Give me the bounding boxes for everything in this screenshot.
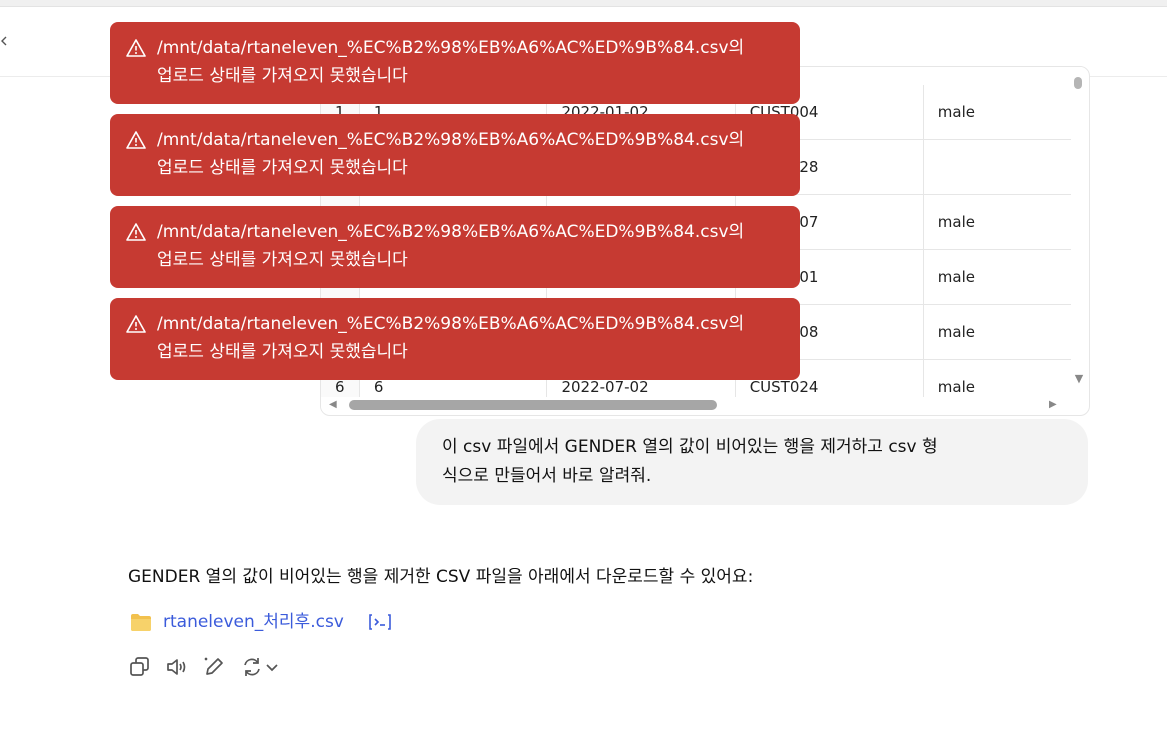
regenerate-icon[interactable] xyxy=(240,655,264,679)
warning-icon xyxy=(126,315,146,333)
toast-message-line1: /mnt/data/rtaneleven_%EC%B2%98%EB%A6%AC%… xyxy=(157,314,745,334)
table-cell: male xyxy=(923,194,1071,250)
warning-icon xyxy=(126,131,146,149)
chevron-left-icon[interactable] xyxy=(0,36,8,46)
scroll-right-arrow-icon[interactable]: ▶ xyxy=(1049,398,1061,412)
vertical-scrollbar[interactable] xyxy=(1072,67,1088,397)
error-toast[interactable]: /mnt/data/rtaneleven_%EC%B2%98%EB%A6%AC%… xyxy=(110,22,800,104)
toast-message-line1: /mnt/data/rtaneleven_%EC%B2%98%EB%A6%AC%… xyxy=(157,38,745,58)
toast-message-line1: /mnt/data/rtaneleven_%EC%B2%98%EB%A6%AC%… xyxy=(157,130,745,150)
chevron-down-icon[interactable] xyxy=(264,655,280,679)
user-message-bubble: 이 csv 파일에서 GENDER 열의 값이 비어있는 행을 제거하고 csv… xyxy=(416,419,1088,505)
scroll-down-arrow-icon[interactable]: ▼ xyxy=(1073,373,1085,385)
speaker-icon[interactable] xyxy=(165,655,189,679)
code-interpreter-icon[interactable] xyxy=(368,613,392,631)
toast-message-line2: 업로드 상태를 가져오지 못했습니다 xyxy=(157,66,408,86)
copy-icon[interactable] xyxy=(128,655,152,679)
user-message-line1: 이 csv 파일에서 GENDER 열의 값이 비어있는 행을 제거하고 csv… xyxy=(442,437,938,457)
warning-icon xyxy=(126,39,146,57)
download-file-link[interactable]: rtaneleven_처리후.csv xyxy=(163,608,344,636)
table-cell: male xyxy=(923,249,1071,305)
toast-message-line1: /mnt/data/rtaneleven_%EC%B2%98%EB%A6%AC%… xyxy=(157,222,745,242)
table-cell: male xyxy=(923,85,1071,140)
toast-message-line2: 업로드 상태를 가져오지 못했습니다 xyxy=(157,342,408,362)
warning-icon xyxy=(126,223,146,241)
horizontal-scroll-thumb[interactable] xyxy=(349,400,717,410)
user-message-line2: 식으로 만들어서 바로 알려줘. xyxy=(442,466,652,486)
table-cell: male xyxy=(923,304,1071,360)
error-toast[interactable]: /mnt/data/rtaneleven_%EC%B2%98%EB%A6%AC%… xyxy=(110,206,800,288)
error-toast[interactable]: /mnt/data/rtaneleven_%EC%B2%98%EB%A6%AC%… xyxy=(110,114,800,196)
table-cell: male xyxy=(923,359,1071,397)
toast-message-line2: 업로드 상태를 가져오지 못했습니다 xyxy=(157,158,408,178)
toast-message-line2: 업로드 상태를 가져오지 못했습니다 xyxy=(157,250,408,270)
table-cell xyxy=(923,139,1071,195)
folder-icon xyxy=(131,614,151,631)
scroll-left-arrow-icon[interactable]: ◀ xyxy=(329,398,341,412)
assistant-message: GENDER 열의 값이 비어있는 행을 제거한 CSV 파일을 아래에서 다운… xyxy=(128,567,754,587)
error-toast[interactable]: /mnt/data/rtaneleven_%EC%B2%98%EB%A6%AC%… xyxy=(110,298,800,380)
browser-top-bar xyxy=(0,0,1167,7)
edit-pencil-icon[interactable] xyxy=(202,655,226,679)
vertical-scroll-thumb[interactable] xyxy=(1074,77,1082,89)
